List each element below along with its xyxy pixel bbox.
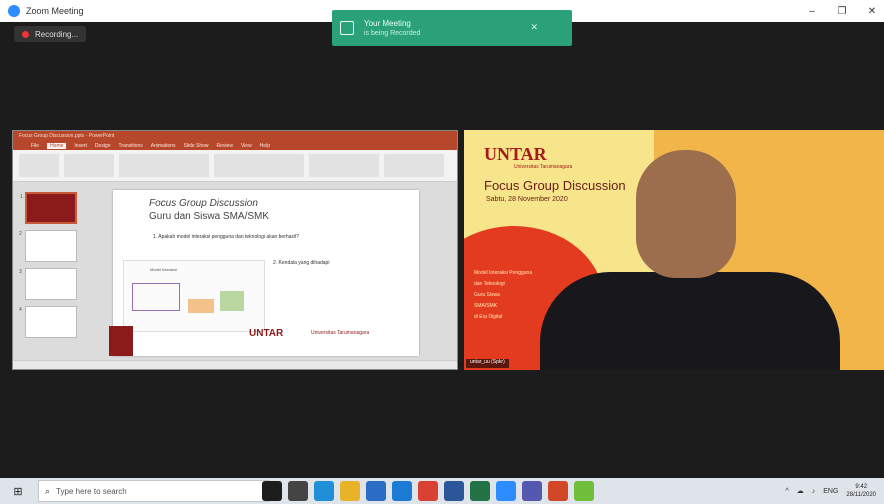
slide-thumb-2[interactable]: 2 [19,230,77,262]
slide-thumbnails: 1 2 3 4 [19,186,77,342]
task-view-icon[interactable] [288,481,308,501]
screen: Zoom Meeting – ❐ ✕ Recording... Your Mee… [0,0,884,504]
speaker-body [540,272,840,370]
diagram-box-1 [132,283,180,311]
ppt-ribbon [13,150,457,182]
ppt-tab-transitions[interactable]: Transitions [119,143,143,149]
ppt-workspace: 1 2 3 4 Focus Group Discussion Guru dan … [13,182,457,362]
ppt-status-bar [13,360,457,369]
search-icon: ⌕ [45,485,51,496]
window-title: Zoom Meeting [26,6,84,16]
slide-diagram: Model Interaksi [123,260,265,332]
slide-thumb-4[interactable]: 4 [19,306,77,338]
ppt-tab-design[interactable]: Design [95,143,111,149]
store-icon[interactable] [366,481,386,501]
excel-icon[interactable] [470,481,490,501]
speaker-video[interactable]: UNTAR Universitas Tarumanagara Focus Gro… [464,130,884,370]
clock-date: 28/11/2020 [846,492,876,498]
participant-name-tag: untar_uu (Spkr) [466,359,509,368]
diagram-box-3 [220,291,244,311]
meeting-area: Recording... Your Meeting is being Recor… [0,10,884,478]
recording-indicator[interactable]: Recording... [14,26,87,42]
word-icon[interactable] [444,481,464,501]
video-date: Sabtu, 28 November 2020 [486,196,568,203]
ppt-tab-view[interactable]: View [241,143,252,149]
mail-icon[interactable] [392,481,412,501]
recording-notification: Your Meeting is being Recorded ✕ [332,10,572,46]
edge-icon[interactable] [314,481,334,501]
diagram-box-2 [188,299,214,313]
zoom-icon [8,5,20,17]
ribbon-group-clipboard[interactable] [19,154,59,177]
slide-thumb-3[interactable]: 3 [19,268,77,300]
windows-start-icon[interactable]: ⊞ [4,485,32,498]
ribbon-group-slides[interactable] [64,154,114,177]
volume-icon[interactable]: ♪ [812,488,816,495]
slide-logo-sub: Universitas Tarumanagara [311,330,370,336]
taskbar-search[interactable]: ⌕ Type here to search [38,480,270,502]
minimize-button[interactable]: – [806,6,818,17]
window-controls: – ❐ ✕ [806,0,878,22]
shared-screen-powerpoint[interactable]: Focus Group Discussion.pptx - PowerPoint… [12,130,458,370]
diagram-title: Model Interaksi [150,267,178,272]
system-clock[interactable]: 9:42 28/11/2020 [846,483,876,499]
slide-decoration [109,326,133,356]
ribbon-group-font[interactable] [119,154,209,177]
slide-point-2: 2. Kendala yang dihadapi [273,260,330,266]
tray-expand-icon[interactable]: ^ [785,488,788,495]
file-explorer-icon[interactable] [340,481,360,501]
close-button[interactable]: ✕ [866,6,878,17]
notification-line-2: is being Recorded [364,30,421,37]
language-indicator[interactable]: ENG [823,488,838,495]
ppt-tab-home[interactable]: Home [47,142,67,149]
ribbon-group-editing[interactable] [384,154,444,177]
record-dot-icon [22,30,29,38]
recording-icon [340,21,354,35]
ribbon-group-drawing[interactable] [309,154,379,177]
clock-time: 9:42 [855,484,868,490]
green-app-icon[interactable] [574,481,594,501]
speaker-head [636,150,736,278]
ppt-tab-help[interactable]: Help [260,143,270,149]
video-title: Focus Group Discussion [484,178,626,193]
ppt-title-bar: Focus Group Discussion.pptx - PowerPoint [13,131,457,141]
cortana-icon[interactable] [262,481,282,501]
ribbon-group-paragraph[interactable] [214,154,304,177]
slide-title: Focus Group Discussion [149,198,258,209]
ppt-tab-file[interactable]: File [31,143,39,149]
slide-thumb-1[interactable]: 1 [20,192,77,224]
system-tray: ^ ☁ ♪ ENG 9:42 28/11/2020 [785,478,876,504]
onedrive-icon[interactable]: ☁ [797,487,804,495]
current-slide[interactable]: Focus Group Discussion Guru dan Siswa SM… [109,190,419,356]
powerpoint-icon[interactable] [548,481,568,501]
notification-close-icon[interactable]: ✕ [530,22,538,33]
taskbar-apps [262,481,594,501]
slide-point-1: 1. Apakah model interaksi pengguna dan t… [153,234,299,240]
search-placeholder: Type here to search [56,486,127,496]
video-logo: UNTAR [484,144,547,164]
ppt-ribbon-tabs: File Home Insert Design Transitions Anim… [13,141,457,150]
video-logo-sub: Universitas Tarumanagara [514,164,573,170]
slide-logo: UNTAR [249,328,284,339]
recording-label: Recording... [35,29,79,39]
chrome-icon[interactable] [418,481,438,501]
notification-line-1: Your Meeting [364,19,411,28]
maximize-button[interactable]: ❐ [836,6,848,17]
ppt-tab-review[interactable]: Review [217,143,233,149]
ppt-tab-animations[interactable]: Animations [151,143,176,149]
windows-taskbar: ⊞ ⌕ Type here to search ^ ☁ ♪ ENG 9:42 2… [0,478,884,504]
slide-subtitle: Guru dan Siswa SMA/SMK [149,211,270,222]
zoom-icon[interactable] [496,481,516,501]
teams-icon[interactable] [522,481,542,501]
ppt-title: Focus Group Discussion.pptx - PowerPoint [19,133,115,139]
ppt-tab-slideshow[interactable]: Slide Show [184,143,209,149]
ppt-tab-insert[interactable]: Insert [74,143,87,149]
